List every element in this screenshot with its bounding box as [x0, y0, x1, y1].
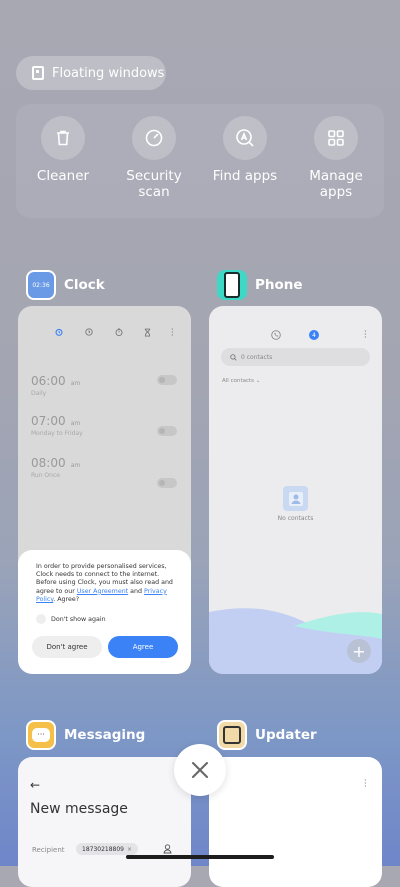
alarm-toggle[interactable] — [157, 375, 177, 385]
contacts-search-input[interactable]: 0 contacts — [221, 348, 370, 366]
empty-contacts-icon — [283, 486, 308, 511]
phone-app-title: Phone — [255, 277, 303, 293]
phone-app-icon — [217, 270, 247, 300]
grid-icon — [328, 130, 344, 146]
back-arrow-icon[interactable]: ← — [30, 778, 40, 792]
alarm-toggle[interactable] — [157, 426, 177, 436]
remove-icon: × — [127, 845, 133, 853]
dont-show-again-checkbox[interactable]: Don't show again — [36, 614, 106, 624]
plus-icon: + — [352, 641, 366, 661]
clock-app-title: Clock — [64, 277, 105, 293]
phone-more-icon[interactable]: · · · — [364, 328, 367, 342]
recipient-label: Recipient — [32, 846, 65, 854]
find-apps-button[interactable]: Find apps — [200, 116, 290, 184]
alarm-row[interactable]: 07:00 am Monday to Friday — [31, 410, 83, 437]
security-scan-label: Security scan — [126, 168, 182, 200]
contacts-tab-badge[interactable]: 4 — [309, 330, 319, 340]
clear-all-button[interactable] — [174, 744, 226, 796]
no-contacts-label: No contacts — [277, 515, 314, 522]
all-contacts-filter[interactable]: All contacts ⌄ — [222, 378, 260, 384]
floating-windows-label: Floating windows — [52, 65, 165, 81]
close-icon — [192, 762, 208, 778]
clock-app-card[interactable]: · · · 06:00 am Daily 07:00 am Monday to Fr… — [18, 306, 191, 674]
floating-windows-button[interactable]: Floating windows — [16, 56, 166, 90]
alarm-toggle[interactable] — [157, 478, 177, 488]
quick-tools-panel: Cleaner Security scan Find apps Manage a… — [16, 104, 384, 218]
dont-agree-button[interactable]: Don't agree — [32, 636, 102, 658]
add-contact-button[interactable]: + — [347, 639, 371, 663]
user-agreement-link[interactable]: User Agreement — [77, 588, 128, 595]
alarm-tab-icon[interactable] — [55, 328, 63, 336]
chevron-down-icon: ⌄ — [255, 378, 261, 384]
updater-more-icon[interactable]: · · · — [364, 777, 367, 791]
alarm-row[interactable]: 06:00 am Daily — [31, 370, 80, 397]
updater-app-header: Updater — [217, 720, 317, 750]
manage-apps-label: Manage apps — [309, 168, 363, 200]
messaging-app-icon: ··· — [26, 720, 56, 750]
find-apps-label: Find apps — [212, 168, 278, 184]
manage-apps-button[interactable]: Manage apps — [291, 116, 381, 200]
clock-app-icon: 02:36 — [26, 270, 56, 300]
phone-app-header: Phone — [217, 270, 303, 300]
clock-more-icon[interactable]: · · · — [171, 326, 174, 340]
phone-app-card[interactable]: 4 · · · 0 contacts All contacts ⌄ No conta… — [209, 306, 382, 674]
call-log-tab-icon[interactable] — [271, 330, 281, 340]
messaging-app-header: ··· Messaging — [26, 720, 145, 750]
new-message-heading: New message — [30, 801, 128, 817]
internet-permission-dialog: In order to provide personalised service… — [18, 550, 191, 674]
security-scan-icon — [145, 129, 163, 147]
contact-picker-icon[interactable] — [163, 844, 172, 854]
checkbox-icon — [36, 614, 46, 624]
agree-button[interactable]: Agree — [108, 636, 178, 658]
clock-app-header: 02:36 Clock — [26, 270, 105, 300]
search-icon — [230, 353, 237, 361]
updater-app-card[interactable]: · · · — [209, 757, 382, 887]
recipient-chip[interactable]: 18730218809 × — [76, 843, 139, 855]
find-apps-icon — [236, 129, 254, 147]
stopwatch-tab-icon[interactable] — [115, 328, 123, 336]
cleaner-button[interactable]: Cleaner — [18, 116, 108, 184]
home-indicator[interactable] — [126, 855, 274, 859]
dialog-message: In order to provide personalised service… — [36, 563, 173, 603]
timer-tab-icon[interactable] — [144, 328, 151, 337]
updater-app-icon — [217, 720, 247, 750]
floating-window-icon — [32, 66, 44, 80]
alarm-row[interactable]: 08:00 am Run Once — [31, 452, 80, 479]
messaging-app-title: Messaging — [64, 727, 146, 743]
security-scan-button[interactable]: Security scan — [109, 116, 199, 200]
cleaner-label: Cleaner — [36, 168, 90, 184]
messaging-app-card[interactable]: ← New message Recipient 18730218809 × — [18, 757, 191, 887]
updater-app-title: Updater — [255, 727, 317, 743]
trash-icon — [57, 130, 69, 146]
world-clock-tab-icon[interactable] — [85, 328, 93, 336]
